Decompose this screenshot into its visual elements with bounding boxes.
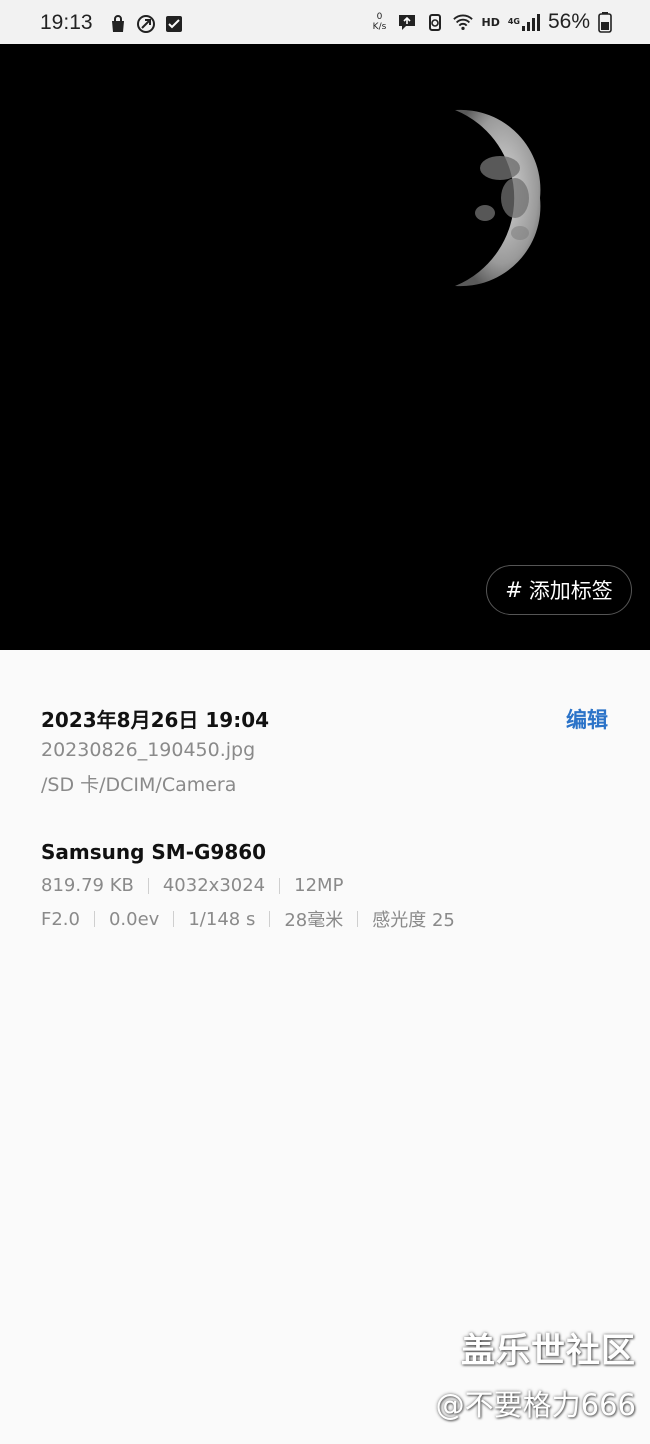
hd-label: HD: [481, 15, 500, 29]
add-tag-label: 添加标签: [528, 579, 613, 603]
status-time: 19:13: [40, 11, 93, 34]
watermark-community: 盖乐世社区: [461, 1331, 636, 1371]
signal-group: 4G: [508, 12, 540, 32]
shutter-speed: 1/148 s: [188, 908, 256, 930]
device-name: Samsung SM-G9860: [41, 840, 267, 864]
status-right-icons: 0 K/s HD 4G 56%: [369, 10, 612, 34]
meta-row-file: 819.79 KB 4032x3024 12MP: [41, 875, 343, 896]
divider: [269, 911, 271, 927]
signal-icon: [521, 14, 540, 31]
aperture: F2.0: [41, 908, 80, 930]
status-left-icons: [108, 14, 184, 34]
net-speed-value: 0: [376, 12, 383, 22]
hash-icon: #: [505, 578, 523, 602]
divider: [173, 911, 175, 927]
photo-date-time: 2023年8月26日 19:04: [41, 708, 270, 732]
chat-upload-icon: [399, 15, 416, 30]
divider: [279, 877, 281, 894]
battery-percent: 56%: [547, 10, 590, 33]
divider: [93, 911, 95, 927]
edit-button[interactable]: 编辑: [566, 704, 608, 734]
rocket-icon: [137, 15, 155, 33]
network-type-label: 4G: [507, 17, 520, 26]
photo-details-panel: 2023年8月26日 19:04 编辑 20230826_190450.jpg …: [0, 650, 650, 1444]
photo-viewer[interactable]: # 添加标签: [0, 44, 650, 650]
moon-image: [455, 109, 541, 287]
wifi-icon: [453, 14, 474, 30]
file-size: 819.79 KB: [41, 875, 134, 896]
resolution: 4032x3024: [162, 875, 266, 896]
focal-length: 28毫米: [284, 910, 344, 931]
divider: [147, 877, 149, 894]
net-speed: 0 K/s: [369, 12, 389, 32]
meta-row-exposure: F2.0 0.0ev 1/148 s 28毫米 感光度 25: [41, 906, 455, 932]
checkbox-icon: [166, 16, 182, 32]
battery-icon: [598, 12, 612, 33]
shopping-bag-icon: [112, 15, 124, 32]
watermark: 盖乐世社区 @不要格力666: [436, 1323, 636, 1424]
recycle-icon: [429, 14, 442, 31]
file-name: 20230826_190450.jpg: [41, 739, 256, 761]
iso: 感光度 25: [372, 910, 455, 931]
divider: [357, 911, 359, 927]
add-tag-button[interactable]: # 添加标签: [486, 565, 632, 615]
net-speed-unit: K/s: [372, 22, 387, 32]
megapixels: 12MP: [294, 875, 344, 896]
file-path[interactable]: /SD 卡/DCIM/Camera: [41, 770, 236, 797]
status-bar: 19:13 0 K/s HD 4G 56%: [0, 0, 650, 44]
watermark-author: @不要格力666: [435, 1388, 636, 1422]
exposure-value: 0.0ev: [108, 908, 160, 930]
